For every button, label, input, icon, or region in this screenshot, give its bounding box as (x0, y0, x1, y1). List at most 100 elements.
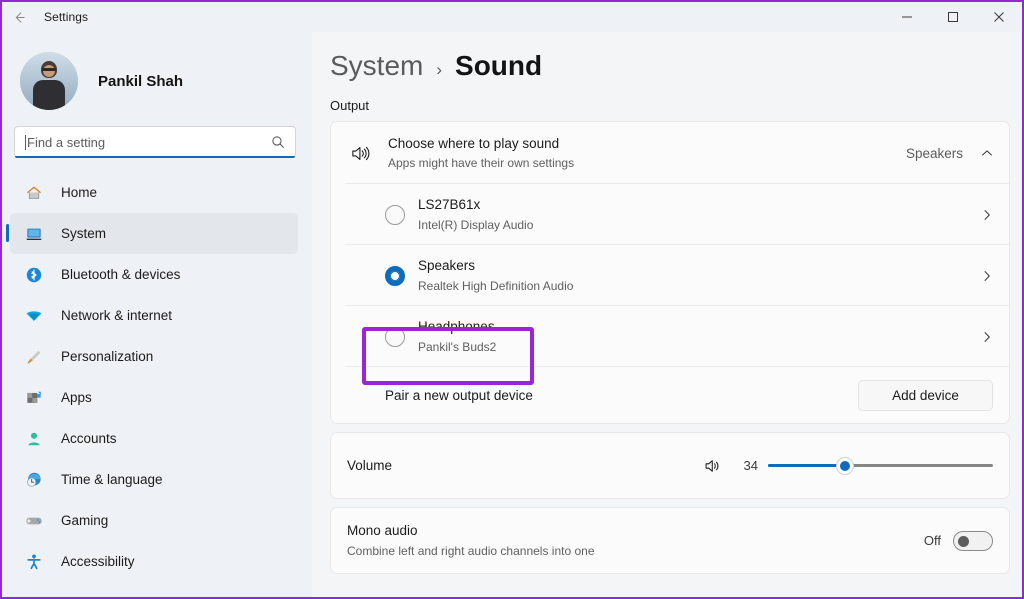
choose-output-texts: Choose where to play sound Apps might ha… (388, 135, 906, 171)
paintbrush-icon (24, 347, 44, 367)
window-controls (884, 2, 1022, 32)
volume-value: 34 (743, 458, 758, 473)
sidebar-item-bluetooth-devices[interactable]: Bluetooth & devices (10, 254, 298, 295)
breadcrumb: System › Sound (312, 32, 1022, 82)
device-texts: LS27B61x Intel(R) Display Audio (418, 196, 979, 232)
speaker-icon (345, 143, 375, 164)
bluetooth-icon (24, 265, 44, 285)
sidebar-item-accounts[interactable]: Accounts (10, 418, 298, 459)
sidebar-item-time-language[interactable]: Time & language (10, 459, 298, 500)
sidebar-item-label: Home (61, 185, 98, 200)
breadcrumb-separator-icon: › (436, 60, 443, 79)
sidebar: Pankil Shah Home (2, 32, 312, 597)
home-icon (24, 183, 44, 203)
close-icon (993, 11, 1005, 23)
wifi-icon (24, 306, 44, 326)
text-caret (25, 134, 26, 150)
choose-output-subtitle: Apps might have their own settings (388, 156, 575, 171)
volume-slider[interactable] (768, 456, 993, 475)
back-button[interactable] (2, 2, 36, 32)
radio-button[interactable] (385, 326, 405, 347)
output-card: Choose where to play sound Apps might ha… (330, 121, 1010, 424)
add-device-button[interactable]: Add device (858, 379, 993, 411)
main-content: System › Sound Output Choose where to pl… (312, 32, 1022, 597)
sidebar-item-label: Accessibility (61, 554, 135, 569)
sidebar-item-label: Network & internet (61, 308, 173, 323)
minimize-icon (901, 11, 913, 23)
sidebar-item-label: Gaming (61, 513, 109, 528)
clock-icon (24, 470, 44, 490)
mono-audio-texts: Mono audio Combine left and right audio … (347, 522, 924, 558)
speaker-icon[interactable] (703, 456, 723, 476)
sidebar-item-personalization[interactable]: Personalization (10, 336, 298, 377)
slider-thumb[interactable] (835, 456, 854, 475)
account-icon (24, 429, 44, 449)
profile-name: Pankil Shah (98, 72, 184, 90)
search-input[interactable] (27, 134, 271, 150)
maximize-button[interactable] (930, 2, 976, 32)
volume-label: Volume (347, 458, 393, 473)
sidebar-item-label: Time & language (61, 472, 163, 487)
avatar (20, 52, 78, 110)
search-icon (271, 135, 287, 149)
device-row-ls27b61x[interactable]: LS27B61x Intel(R) Display Audio (331, 184, 1009, 245)
volume-row: Volume 34 (331, 433, 1009, 498)
mono-audio-title: Mono audio (347, 523, 418, 539)
device-driver: Realtek High Definition Audio (418, 278, 574, 293)
device-driver: Pankil's Buds2 (418, 339, 497, 354)
mono-audio-card: Mono audio Combine left and right audio … (330, 507, 1010, 574)
apps-icon (24, 388, 44, 408)
choose-output-value: Speakers (905, 145, 963, 161)
device-driver: Intel(R) Display Audio (418, 217, 534, 232)
sidebar-item-label: Bluetooth & devices (61, 267, 181, 282)
slider-fill (768, 464, 845, 467)
device-name: Speakers (418, 258, 476, 274)
device-name: LS27B61x (418, 197, 481, 213)
settings-window: Settings Pankil Shah Find a setting Home… (0, 0, 1024, 599)
system-icon (24, 224, 44, 244)
profile-block[interactable]: Pankil Shah (2, 32, 312, 114)
search-box[interactable] (14, 126, 296, 158)
sidebar-item-system[interactable]: System (6, 213, 298, 254)
chevron-up-icon[interactable] (979, 146, 995, 160)
sidebar-item-label: Personalization (61, 349, 154, 364)
sidebar-item-accessibility[interactable]: Accessibility (10, 541, 298, 582)
page-title: Sound (455, 50, 543, 81)
sidebar-item-gaming[interactable]: Gaming (10, 500, 298, 541)
maximize-icon (947, 11, 959, 23)
sidebar-item-home[interactable]: Home (10, 172, 298, 213)
radio-button[interactable] (385, 265, 405, 286)
sidebar-item-label: Apps (61, 390, 92, 405)
volume-card: Volume 34 (330, 432, 1010, 499)
window-title: Settings (44, 10, 89, 24)
pair-device-label: Pair a new output device (385, 387, 533, 403)
title-bar: Settings (2, 2, 1022, 32)
sidebar-item-apps[interactable]: Apps (10, 377, 298, 418)
close-button[interactable] (976, 2, 1022, 32)
radio-button[interactable] (385, 204, 405, 225)
device-name: Headphones (418, 319, 495, 335)
pair-device-row: Pair a new output device Add device (331, 367, 1009, 423)
chevron-right-icon[interactable] (979, 208, 995, 222)
mono-audio-toggle[interactable] (953, 530, 993, 551)
device-texts: Speakers Realtek High Definition Audio (418, 257, 979, 293)
minimize-button[interactable] (884, 2, 930, 32)
chevron-right-icon[interactable] (979, 269, 995, 283)
device-row-headphones[interactable]: Headphones Pankil's Buds2 (331, 306, 1009, 367)
sidebar-item-label: System (61, 226, 107, 241)
section-label-output: Output (330, 98, 370, 113)
choose-output-row[interactable]: Choose where to play sound Apps might ha… (331, 122, 1009, 184)
device-row-speakers[interactable]: Speakers Realtek High Definition Audio (331, 245, 1009, 306)
chevron-right-icon[interactable] (979, 330, 995, 344)
accessibility-icon (24, 552, 44, 572)
choose-output-title: Choose where to play sound (388, 135, 560, 151)
mono-audio-row: Mono audio Combine left and right audio … (331, 508, 1009, 573)
gamepad-icon (24, 511, 44, 531)
back-arrow-icon (12, 10, 27, 25)
breadcrumb-parent[interactable]: System (330, 50, 423, 82)
sidebar-item-network-internet[interactable]: Network & internet (10, 295, 298, 336)
mono-audio-subtitle: Combine left and right audio channels in… (347, 543, 595, 558)
sidebar-nav: Home System Bluetooth & devices Network … (2, 172, 312, 582)
mono-audio-state-label: Off (923, 533, 941, 548)
device-texts: Headphones Pankil's Buds2 (418, 318, 979, 354)
